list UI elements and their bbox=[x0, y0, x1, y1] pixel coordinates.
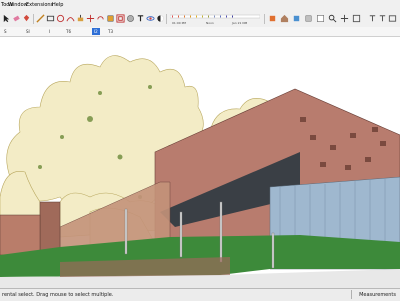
shadow-time-label: 01:00 PM bbox=[172, 21, 186, 25]
scene-tab[interactable]: T6 bbox=[64, 28, 73, 35]
toolbar-separator bbox=[33, 14, 34, 24]
main-toolbar: 01:00 PM Noon Jan 21 NM bbox=[0, 11, 400, 28]
orbit-icon[interactable] bbox=[146, 14, 155, 23]
scene-icon[interactable] bbox=[388, 14, 397, 23]
measurements-label: Measurements bbox=[359, 292, 396, 298]
text-icon[interactable] bbox=[378, 14, 387, 23]
move-icon[interactable] bbox=[86, 14, 95, 23]
tape-measure-icon[interactable] bbox=[126, 14, 135, 23]
warehouse-icon[interactable] bbox=[280, 14, 289, 23]
status-bar: rental select. Drag mouse to select mult… bbox=[0, 288, 400, 301]
offset-icon[interactable] bbox=[116, 14, 125, 23]
zoom-icon[interactable] bbox=[328, 14, 337, 23]
rectangle-icon[interactable] bbox=[46, 14, 55, 23]
line-icon[interactable] bbox=[36, 14, 45, 23]
pan-icon[interactable] bbox=[340, 14, 349, 23]
scene-tab-active[interactable]: I2 bbox=[92, 28, 100, 35]
select-icon[interactable] bbox=[2, 14, 11, 23]
layout-icon[interactable] bbox=[316, 14, 325, 23]
extension-warehouse-icon[interactable] bbox=[292, 14, 301, 23]
model-viewport[interactable] bbox=[0, 37, 400, 288]
scale-icon[interactable] bbox=[106, 14, 115, 23]
shadow-date-label: Jan 21 NM bbox=[231, 21, 248, 25]
toolbar-separator bbox=[166, 14, 167, 24]
shadow-noon-label: Noon bbox=[206, 21, 214, 25]
scene-tabs: S SI I T6 I2 T3 bbox=[0, 27, 400, 37]
zoom-extents-icon[interactable] bbox=[352, 14, 361, 23]
arc-icon[interactable] bbox=[66, 14, 75, 23]
menu-window[interactable]: Window bbox=[8, 0, 28, 11]
eraser-icon[interactable] bbox=[12, 14, 21, 23]
toolbar-separator bbox=[264, 14, 265, 24]
text-icon[interactable] bbox=[368, 14, 377, 23]
style-icon[interactable] bbox=[304, 14, 313, 23]
paint-bucket-icon[interactable] bbox=[22, 14, 31, 23]
menu-help[interactable]: Help bbox=[52, 0, 63, 11]
scene-tab[interactable]: I bbox=[47, 28, 52, 35]
push-pull-icon[interactable] bbox=[76, 14, 85, 23]
menu-extensions[interactable]: Extensions bbox=[26, 0, 53, 11]
scene-tab[interactable]: SI bbox=[24, 28, 32, 35]
section-icon[interactable] bbox=[268, 14, 277, 23]
text-icon[interactable] bbox=[136, 14, 145, 23]
shadow-icon[interactable] bbox=[156, 14, 165, 23]
status-message: rental select. Drag mouse to select mult… bbox=[2, 292, 114, 298]
rotate-icon[interactable] bbox=[96, 14, 105, 23]
model-render bbox=[0, 55, 400, 288]
shadow-time-slider[interactable]: 01:00 PM Noon Jan 21 NM bbox=[170, 14, 260, 25]
scene-tab[interactable]: S bbox=[2, 28, 9, 35]
scene-tab[interactable]: T3 bbox=[106, 28, 115, 35]
menu-bar: Tools Window Extensions Help bbox=[0, 0, 400, 11]
circle-icon[interactable] bbox=[56, 14, 65, 23]
